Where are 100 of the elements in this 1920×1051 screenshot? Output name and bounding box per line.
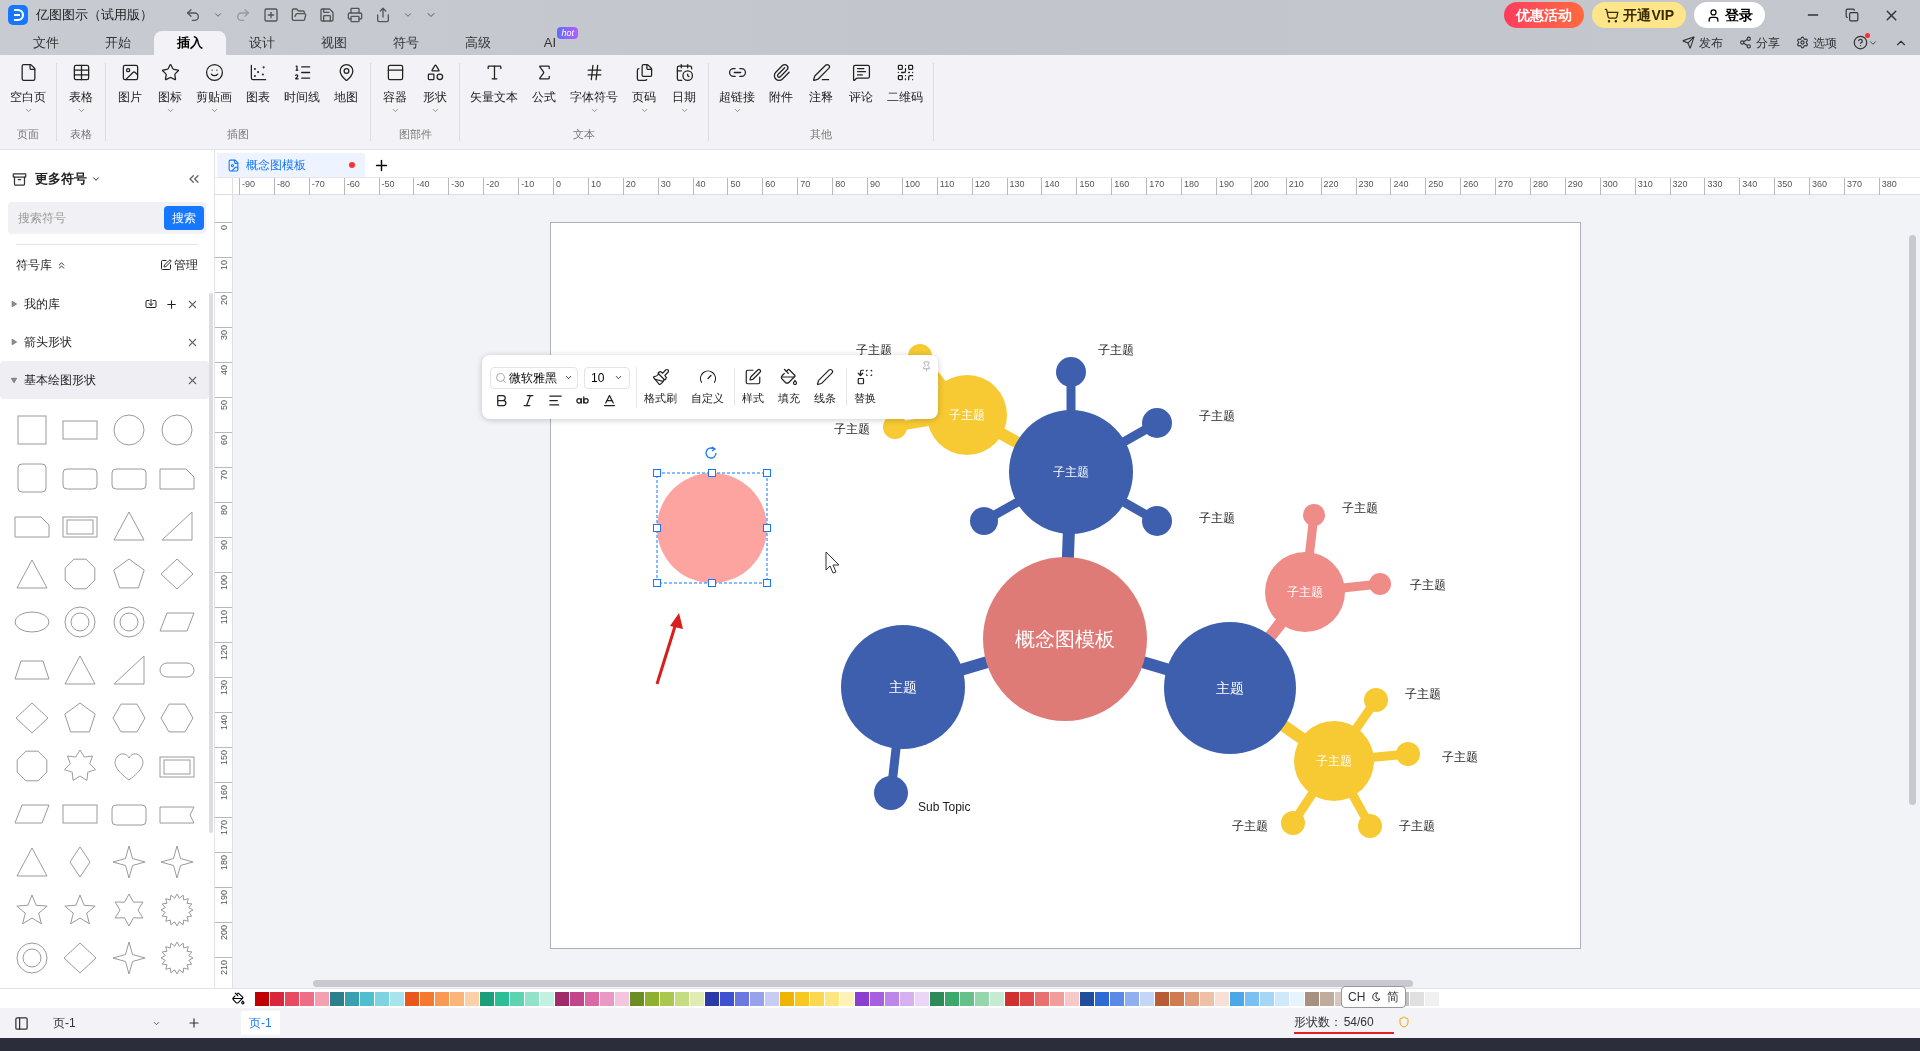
manage-button[interactable]: 管理	[160, 256, 198, 274]
ruler-label: 180	[217, 855, 230, 871]
toolbar-button[interactable]: 替换	[847, 367, 883, 407]
node-label: 子主题	[834, 422, 870, 436]
ruler-label: 40	[695, 178, 706, 190]
document-tab[interactable]: 概念图模板	[217, 153, 365, 177]
ribbon-button[interactable]: 图片	[110, 61, 150, 127]
menu-tab[interactable]: 设计	[226, 31, 298, 55]
page-tab[interactable]: 页-1	[241, 1011, 280, 1035]
node-label: 子主题	[1098, 343, 1134, 357]
ribbon-group-label: 文本	[572, 127, 596, 141]
subtopic-node: 子主题	[927, 375, 1007, 455]
ribbon-button[interactable]: 注释	[801, 61, 841, 127]
ruler-label: 290	[1567, 178, 1583, 190]
ruler-label: 190	[217, 890, 230, 906]
ruler-label: 90	[217, 540, 230, 550]
ruler-label: 80	[835, 178, 846, 190]
search-button[interactable]: 搜索	[164, 206, 204, 230]
menu-tab[interactable]: 文件	[10, 31, 82, 55]
node-label: 子主题	[1442, 750, 1478, 764]
toolbar-button[interactable]: 自定义	[684, 367, 735, 407]
ruler-label: 100	[217, 575, 230, 591]
menu-tab[interactable]: 符号	[370, 31, 442, 55]
menu-tab[interactable]: 插入	[154, 31, 226, 55]
header-action-button[interactable]: 选项	[1796, 33, 1837, 52]
ribbon-button[interactable]: 形状	[415, 61, 455, 127]
ruler-label: 180	[1184, 178, 1200, 190]
ribbon-button[interactable]: 剪贴画	[190, 61, 238, 127]
ruler-label: 0	[217, 225, 230, 230]
ribbon-group-label: 插图	[226, 127, 250, 141]
ruler-label: 310	[1637, 178, 1653, 190]
ribbon-group-label: 表格	[69, 127, 93, 141]
ribbon-group-label: 图部件	[397, 127, 433, 141]
ribbon-button[interactable]: 公式	[524, 61, 564, 127]
ruler-label: -90	[242, 178, 255, 190]
menu-tab[interactable]: 视图	[298, 31, 370, 55]
ribbon-button[interactable]: 表格	[61, 61, 101, 127]
ruler-label: 40	[217, 365, 230, 375]
page-select[interactable]: 页-1	[53, 1014, 161, 1032]
ruler-label: 260	[1463, 178, 1479, 190]
ruler-label: -60	[346, 178, 360, 190]
ruler-label: -40	[416, 178, 430, 190]
library-row[interactable]: 箭头形状	[0, 323, 209, 361]
vip-button[interactable]: 开通VIP	[1592, 2, 1686, 28]
ribbon-button[interactable]: 空白页	[4, 61, 52, 127]
ribbon-button[interactable]: 页码	[624, 61, 664, 127]
node-label: 子主题	[1342, 501, 1378, 515]
ribbon-button[interactable]: 日期	[664, 61, 704, 127]
node-label: Sub Topic	[918, 800, 971, 814]
ruler-label: -10	[521, 178, 535, 190]
toolbar-button[interactable]: 填充	[771, 367, 807, 407]
ruler-label: 340	[1742, 178, 1758, 190]
menu-tab[interactable]: 高级	[442, 31, 514, 55]
ribbon-button[interactable]: 图标	[150, 61, 190, 127]
ruler-label: 50	[217, 400, 230, 410]
ruler-label: 150	[1079, 178, 1095, 190]
ruler-label: 50	[730, 178, 741, 190]
ruler-label: 90	[870, 178, 881, 190]
ruler-label: 360	[1812, 178, 1828, 190]
node-label: 子主题	[1199, 409, 1235, 423]
ribbon-button[interactable]: 超链接	[713, 61, 761, 127]
ribbon-button[interactable]: 时间线	[278, 61, 326, 127]
ribbon-button[interactable]: 字体符号	[564, 61, 624, 127]
menu-tab[interactable]: 开始	[82, 31, 154, 55]
ruler-label: 380	[1881, 178, 1897, 190]
ruler-label: 300	[1602, 178, 1618, 190]
ruler-label: 280	[1532, 178, 1548, 190]
library-row[interactable]: 我的库	[0, 285, 209, 323]
search-field[interactable]: 搜索符号 搜索	[8, 202, 206, 234]
shape-count: 54/60	[1343, 1013, 1374, 1031]
ruler-label: 120	[217, 645, 230, 661]
node-label: 子主题	[1199, 511, 1235, 525]
node-label: 子主题	[1399, 819, 1435, 833]
toolbar-button[interactable]: 线条	[807, 367, 847, 407]
ruler-label: 130	[1009, 178, 1025, 190]
font-select[interactable]: 微软雅黑	[490, 366, 578, 389]
ribbon-button[interactable]: 图表	[238, 61, 278, 127]
ribbon-button[interactable]: 矢量文本	[464, 61, 524, 127]
ribbon-button[interactable]: 附件	[761, 61, 801, 127]
login-button[interactable]: 登录	[1694, 2, 1765, 28]
status-label: 形状数：	[1293, 1013, 1342, 1031]
toolbar-button[interactable]: 格式刷	[637, 367, 684, 407]
library-row[interactable]: 基本绘图形状	[0, 361, 209, 399]
ribbon-button[interactable]: 容器	[375, 61, 415, 127]
header-action-button[interactable]: 分享	[1739, 33, 1780, 52]
panel-title: 更多符号	[35, 170, 87, 189]
center-node: 概念图模板	[983, 557, 1147, 721]
ribbon-button[interactable]: 评论	[841, 61, 881, 127]
ruler-label: 240	[1393, 178, 1409, 190]
toolbar-button[interactable]: 样式	[735, 367, 771, 407]
subtopic-node: 子主题	[1294, 721, 1374, 801]
topic-node: 主题	[841, 625, 965, 749]
ruler-label: 220	[1323, 178, 1339, 190]
ribbon-button[interactable]: 二维码	[881, 61, 929, 127]
ribbon-button[interactable]: 地图	[326, 61, 366, 127]
node-label: 子主题	[1232, 819, 1268, 833]
header-action-button[interactable]: 发布	[1682, 33, 1723, 52]
ruler-label: 100	[904, 178, 920, 190]
font-size-select[interactable]: 10	[584, 366, 630, 389]
ruler-label: 30	[217, 330, 230, 340]
